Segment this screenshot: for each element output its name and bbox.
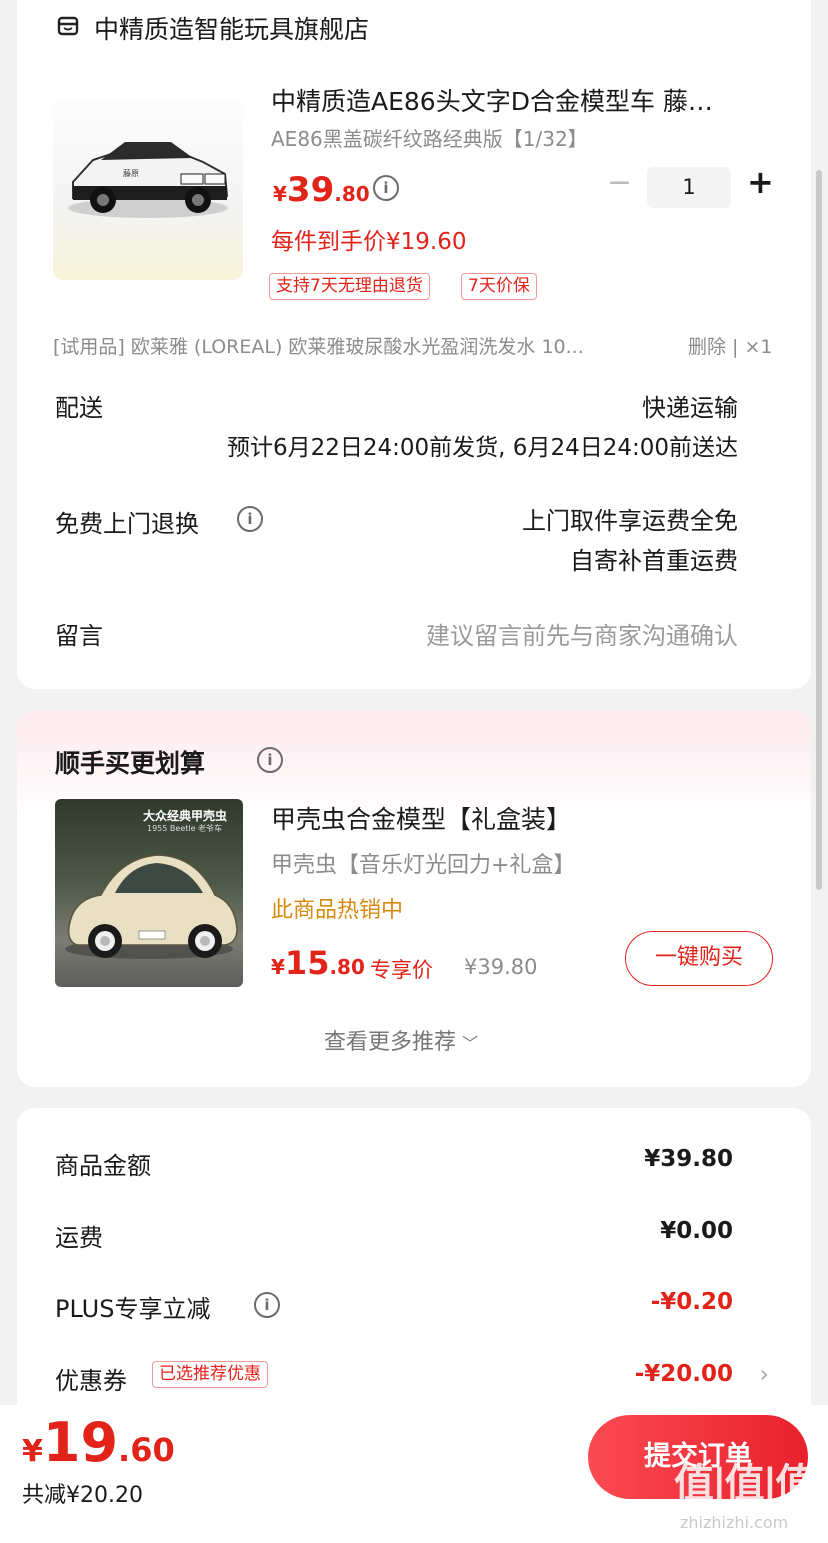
recommend-price-label: 专享价 [370, 958, 433, 982]
trial-item-text: [试用品] 欧莱雅 (LOREAL) 欧莱雅玻尿酸水光盈润洗发水 10... [53, 336, 584, 358]
saved-amount: 共减¥20.20 [22, 1483, 143, 1508]
order-card: 中精质造智能玩具旗舰店 藤原 中精质造AE86头文字D合金模型车 藤… AE86… [17, 0, 811, 689]
summary-plus-value: -¥0.20 [650, 1289, 733, 1315]
recommend-price: ¥15.80 [271, 944, 365, 982]
ae86-car-icon: 藤原 [68, 142, 229, 218]
one-click-buy-button[interactable]: 一键购买 [625, 931, 773, 986]
recommend-product-spec[interactable]: 甲壳虫【音乐灯光回力+礼盒】 [271, 847, 575, 879]
plus-info-icon[interactable]: i [254, 1292, 280, 1318]
quantity-plus-button[interactable]: + [747, 166, 774, 198]
returns-line2: 自寄补首重运费 [570, 547, 738, 575]
store-icon [57, 15, 79, 37]
product-price: ¥39.80 [273, 170, 370, 210]
recommend-card: 顺手买更划算 i 大众经典甲壳虫 1955 Beetle 老爷车 甲壳虫合金模型… [17, 710, 811, 1087]
summary-goods-value: ¥39.80 [644, 1146, 733, 1172]
delivery-estimate: 预计6月22日24:00前发货, 6月24日24:00前送达 [227, 435, 738, 461]
recommend-original-price: ¥39.80 [464, 955, 538, 979]
returns-info-icon[interactable]: i [237, 506, 263, 532]
summary-plus-label: PLUS专享立减 [55, 1295, 211, 1323]
chevron-right-icon[interactable]: › [759, 1360, 769, 1388]
chevron-down-icon: ﹀ [462, 1034, 479, 1053]
message-input[interactable]: 建议留言前先与商家沟通确认 [426, 616, 738, 651]
watermark-logo: 值|值|值 [674, 1461, 815, 1507]
bottom-bar: ¥19.60 共减¥20.20 提交订单 值|值|值 zhizhizhi.com [0, 1405, 828, 1543]
summary-coupon-label: 优惠券 [55, 1367, 127, 1395]
message-label: 留言 [55, 622, 103, 650]
recommend-product-title[interactable]: 甲壳虫合金模型【礼盒装】 [271, 800, 571, 836]
store-name[interactable]: 中精质造智能玩具旗舰店 [94, 10, 369, 46]
price-info-icon[interactable]: i [373, 175, 399, 201]
returns-line1: 上门取件享运费全免 [522, 507, 738, 535]
product-title[interactable]: 中精质造AE86头文字D合金模型车 藤… [271, 82, 713, 118]
more-recommend-link[interactable]: 查看更多推荐 ﹀ [324, 1024, 478, 1056]
delivery-label: 配送 [55, 394, 103, 422]
summary-shipping-label: 运费 [55, 1224, 103, 1252]
summary-shipping-value: ¥0.00 [660, 1218, 733, 1244]
recommend-product-image[interactable]: 大众经典甲壳虫 1955 Beetle 老爷车 [55, 799, 243, 987]
recommend-image-subtitle: 1955 Beetle 老爷车 [147, 824, 223, 833]
summary-coupon-value[interactable]: -¥20.00 [635, 1361, 733, 1387]
watermark-url: zhizhizhi.com [680, 1513, 789, 1532]
recommend-hot-label: 此商品热销中 [271, 898, 404, 923]
returns-label: 免费上门退换 [55, 510, 199, 538]
scrollbar[interactable] [816, 170, 822, 890]
product-spec[interactable]: AE86黑盖碳纤纹路经典版【1/32】 [271, 123, 588, 152]
coupon-tag: 已选推荐优惠 [152, 1361, 268, 1388]
product-image[interactable]: 藤原 [53, 100, 243, 280]
total-price: ¥19.60 [22, 1411, 175, 1474]
delivery-method[interactable]: 快递运输 [642, 388, 738, 423]
recommend-info-icon[interactable]: i [257, 747, 283, 773]
summary-card: 商品金额 ¥39.80 运费 ¥0.00 PLUS专享立减 i -¥0.20 优… [17, 1108, 811, 1428]
final-price-label: 每件到手价¥19.60 [271, 229, 467, 255]
svg-text:藤原: 藤原 [123, 168, 139, 178]
summary-goods-label: 商品金额 [55, 1152, 151, 1180]
quantity-input[interactable]: 1 [647, 167, 731, 208]
trial-item-delete[interactable]: 删除 | ×1 [688, 332, 773, 359]
tag-7day-return: 支持7天无理由退货 [269, 273, 430, 300]
recommend-section-title: 顺手买更划算 [55, 749, 206, 778]
recommend-image-title: 大众经典甲壳虫 [143, 809, 228, 823]
tag-price-protect: 7天价保 [461, 273, 537, 300]
quantity-minus-button[interactable]: − [607, 168, 632, 198]
